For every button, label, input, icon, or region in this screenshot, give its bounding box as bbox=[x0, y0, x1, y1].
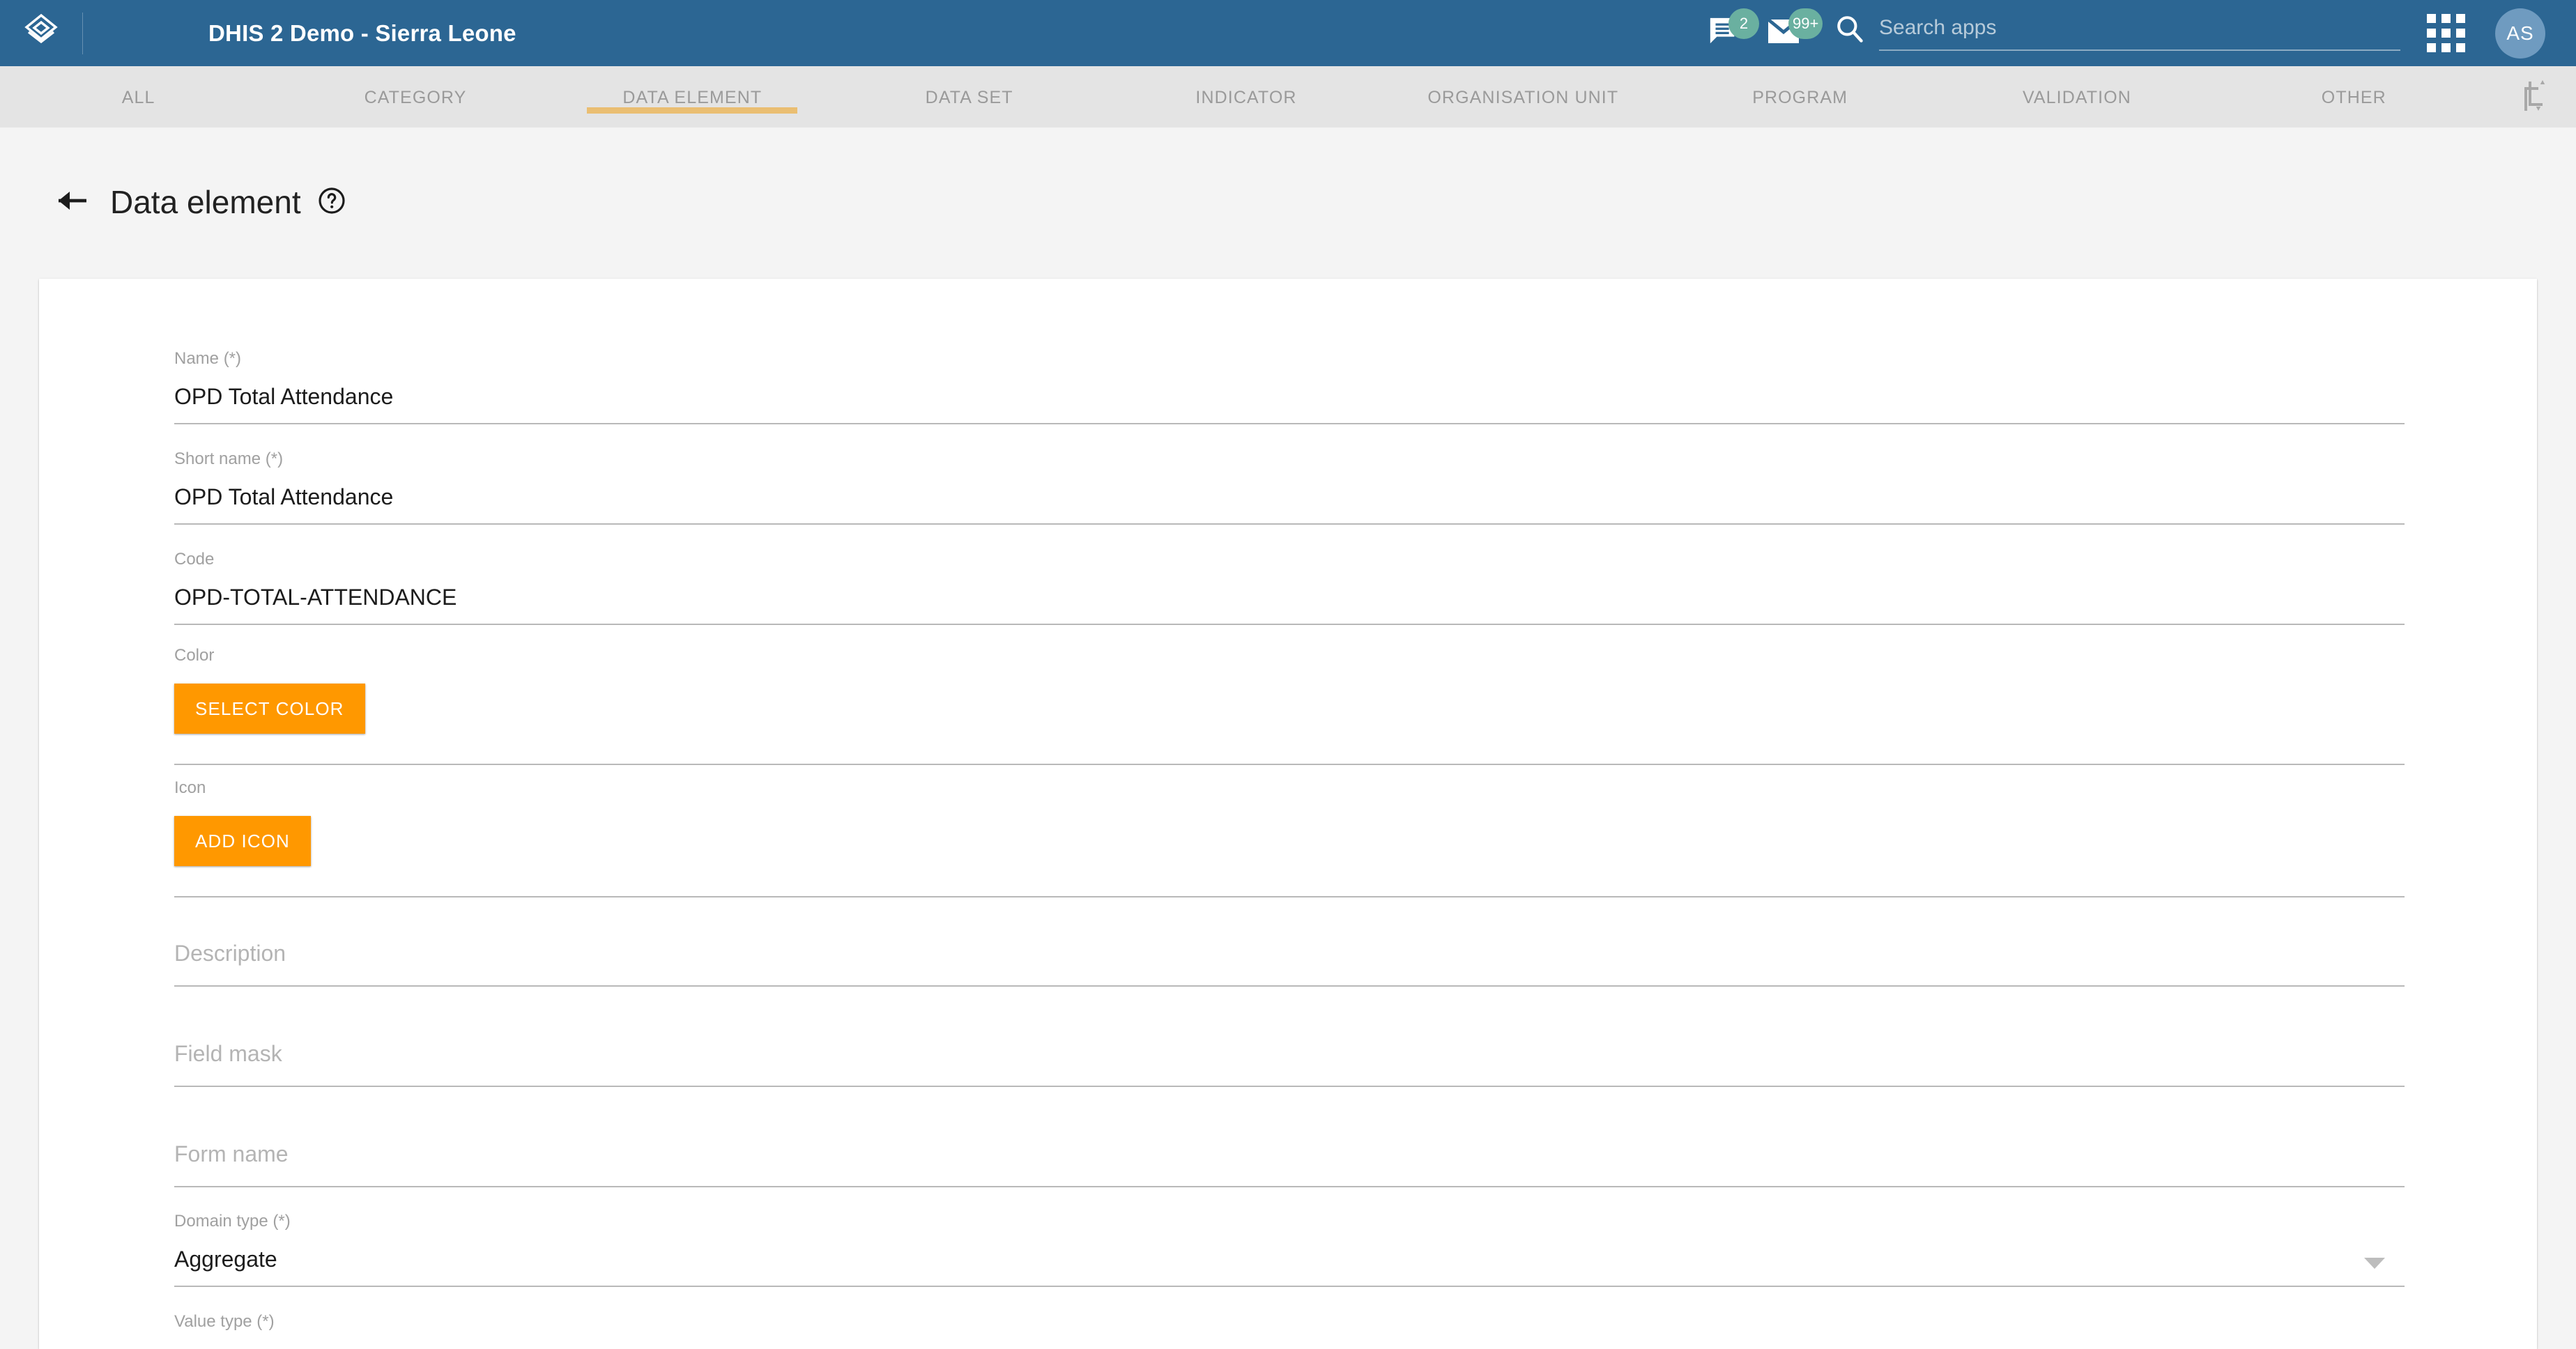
tab-data-element[interactable]: DATA ELEMENT bbox=[554, 66, 831, 128]
tab-other[interactable]: OTHER bbox=[2216, 66, 2492, 128]
field-label: Code bbox=[174, 550, 215, 569]
field-code: Code OPD-TOTAL-ATTENDANCE bbox=[174, 551, 2405, 625]
tab-organisation-unit[interactable]: ORGANISATION UNIT bbox=[1385, 66, 1662, 128]
tab-all[interactable]: ALL bbox=[0, 66, 277, 128]
apps-grid-icon bbox=[2426, 14, 2465, 52]
code-input[interactable]: OPD-TOTAL-ATTENDANCE bbox=[174, 586, 2405, 608]
page-title: Data element bbox=[110, 184, 301, 220]
tab-label: DATA SET bbox=[925, 87, 1013, 107]
tab-label: INDICATOR bbox=[1195, 87, 1297, 107]
field-label: Value type (*) bbox=[174, 1312, 275, 1331]
domain-type-select[interactable]: Aggregate bbox=[174, 1248, 2405, 1270]
add-icon-button[interactable]: ADD ICON bbox=[174, 816, 311, 866]
tab-label: ORGANISATION UNIT bbox=[1427, 87, 1619, 107]
field-value-type: Value type (*) Number bbox=[174, 1313, 2405, 1349]
field-label: Name (*) bbox=[174, 349, 242, 368]
field-underline bbox=[174, 896, 2405, 897]
select-color-button[interactable]: SELECT COLOR bbox=[174, 684, 365, 734]
short-name-input[interactable]: OPD Total Attendance bbox=[174, 486, 2405, 508]
field-underline bbox=[174, 423, 2405, 424]
field-domain-type: Domain type (*) Aggregate bbox=[174, 1213, 2405, 1287]
apps-menu-button[interactable] bbox=[2407, 0, 2484, 66]
app-header-bar: DHIS 2 Demo - Sierra Leone 2 99+ Search … bbox=[0, 0, 2576, 66]
tab-label: VALIDATION bbox=[2022, 87, 2131, 107]
field-color: Color SELECT COLOR bbox=[174, 647, 2405, 765]
dhis2-layers-logo-icon bbox=[23, 13, 59, 54]
page-header: Data element bbox=[53, 183, 347, 222]
dhis2-logo-button[interactable] bbox=[0, 0, 82, 66]
tab-indicator[interactable]: INDICATOR bbox=[1107, 66, 1384, 128]
field-mask-input[interactable]: Field mask bbox=[174, 1042, 2405, 1065]
field-label: Domain type (*) bbox=[174, 1212, 291, 1231]
field-name: Name (*) OPD Total Attendance bbox=[174, 350, 2405, 424]
field-label: Icon bbox=[174, 778, 206, 797]
tab-label: PROGRAM bbox=[1752, 87, 1848, 107]
chevron-down-icon[interactable] bbox=[2364, 1258, 2385, 1269]
app-title: DHIS 2 Demo - Sierra Leone bbox=[208, 20, 516, 46]
tab-data-set[interactable]: DATA SET bbox=[831, 66, 1107, 128]
arrow-left-icon bbox=[56, 187, 89, 218]
field-underline bbox=[174, 624, 2405, 625]
field-short-name: Short name (*) OPD Total Attendance bbox=[174, 451, 2405, 525]
field-underline bbox=[174, 1186, 2405, 1187]
tab-label: CATEGORY bbox=[364, 87, 467, 107]
back-button[interactable] bbox=[53, 183, 92, 222]
name-input[interactable]: OPD Total Attendance bbox=[174, 385, 2405, 408]
description-input[interactable]: Description bbox=[174, 942, 2405, 964]
app-search bbox=[1830, 0, 2400, 66]
field-label: Color bbox=[174, 646, 215, 665]
mail-button[interactable]: 99+ bbox=[1754, 0, 1823, 66]
field-label: Short name (*) bbox=[174, 449, 284, 468]
field-form-name: Form name bbox=[174, 1143, 2405, 1187]
section-tab-bar: ALL CATEGORY DATA ELEMENT DATA SET INDIC… bbox=[0, 66, 2576, 128]
tab-label: DATA ELEMENT bbox=[622, 87, 762, 107]
search-input[interactable] bbox=[1879, 16, 2400, 51]
header-actions: 2 99+ AS bbox=[1694, 0, 2576, 66]
field-underline bbox=[174, 764, 2405, 765]
field-underline bbox=[174, 1286, 2405, 1287]
mail-badge: 99+ bbox=[1788, 8, 1823, 39]
help-button[interactable] bbox=[316, 187, 347, 217]
messages-button[interactable]: 2 bbox=[1694, 0, 1759, 66]
help-circle-icon bbox=[318, 187, 346, 218]
field-underline bbox=[174, 985, 2405, 987]
search-icon[interactable] bbox=[1830, 9, 1869, 48]
form-name-input[interactable]: Form name bbox=[174, 1143, 2405, 1165]
field-description: Description bbox=[174, 942, 2405, 987]
field-underline bbox=[174, 1086, 2405, 1087]
expand-collapse-icon bbox=[2520, 79, 2548, 115]
tab-program[interactable]: PROGRAM bbox=[1662, 66, 1938, 128]
tab-overflow-button[interactable] bbox=[2492, 66, 2576, 128]
user-avatar[interactable]: AS bbox=[2495, 8, 2545, 59]
tab-validation[interactable]: VALIDATION bbox=[1938, 66, 2215, 128]
header-divider bbox=[82, 12, 83, 54]
field-icon: Icon ADD ICON bbox=[174, 780, 2405, 897]
data-element-form-card: Name (*) OPD Total Attendance Short name… bbox=[39, 279, 2537, 1349]
field-underline bbox=[174, 523, 2405, 525]
tab-label: OTHER bbox=[2321, 87, 2386, 107]
tab-category[interactable]: CATEGORY bbox=[277, 66, 553, 128]
field-field-mask: Field mask bbox=[174, 1042, 2405, 1087]
tab-label: ALL bbox=[121, 87, 155, 107]
